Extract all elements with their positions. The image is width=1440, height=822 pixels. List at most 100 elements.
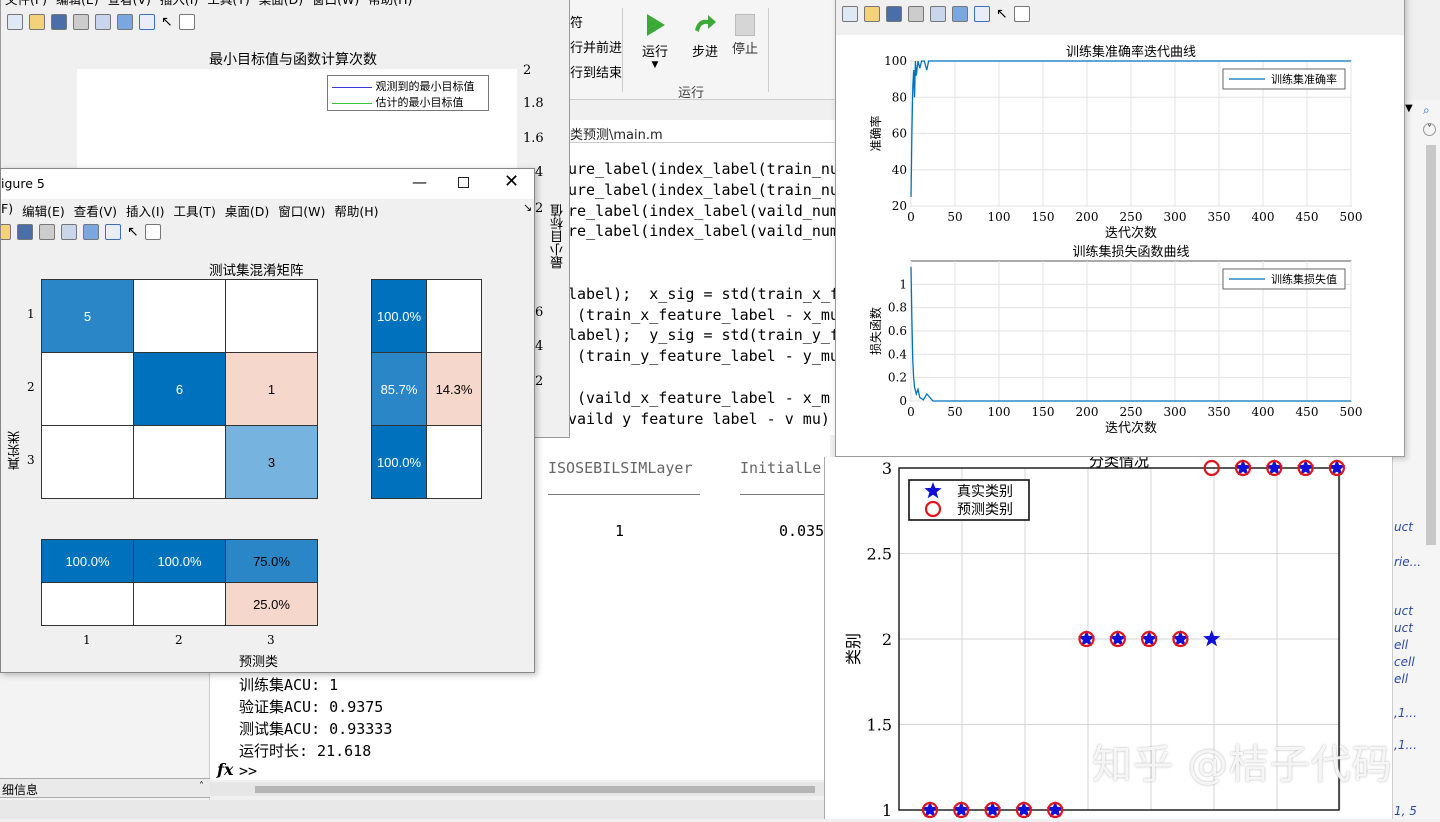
- run-button[interactable]: 运行 ▼: [638, 12, 672, 70]
- link-icon[interactable]: [930, 6, 946, 22]
- menu-item[interactable]: 帮助(H): [368, 0, 412, 8]
- search-icon[interactable]: ⌕: [1423, 103, 1430, 118]
- x-tick-label: 250: [1120, 405, 1143, 419]
- watermark: 知乎 @桔子代码: [1092, 742, 1393, 788]
- toolstrip-item[interactable]: 符: [570, 12, 583, 31]
- toolstrip-item[interactable]: 行到结束: [570, 62, 622, 81]
- y-tick-label: 2.5: [867, 545, 892, 564]
- save-icon[interactable]: [886, 6, 902, 22]
- x-tick-label: 400: [1252, 210, 1275, 224]
- chevron-down-icon[interactable]: ˅: [1423, 123, 1436, 136]
- details-label: 细信息: [2, 783, 39, 797]
- x-tick-label: 500: [1340, 405, 1363, 419]
- menu-item[interactable]: 插入(I): [126, 201, 164, 220]
- legend-icon[interactable]: [105, 224, 121, 240]
- y-tick-label: 80: [892, 90, 907, 104]
- workspace-item[interactable]: ell: [1394, 638, 1408, 652]
- output-line: 测试集ACU: 0.93333: [239, 720, 393, 738]
- title-bar[interactable]: igure 5 — ✕: [1, 169, 534, 199]
- print-icon[interactable]: [39, 224, 55, 240]
- workspace-item[interactable]: uct: [1394, 621, 1413, 635]
- toolstrip-item[interactable]: 行并前进: [570, 37, 622, 56]
- link-icon[interactable]: [95, 14, 111, 30]
- scrollbar-thumb[interactable]: [255, 786, 815, 793]
- legend-label: 估计的最小目标值: [375, 96, 464, 109]
- menu-item[interactable]: 编辑(E): [22, 201, 65, 220]
- workspace-item[interactable]: cell: [1394, 655, 1415, 669]
- open-folder-icon[interactable]: [864, 6, 880, 22]
- separator: [622, 8, 623, 92]
- workspace-item[interactable]: ,1...: [1394, 706, 1417, 720]
- figure-toolbar: ↖: [1, 221, 161, 243]
- new-file-icon[interactable]: [7, 14, 23, 30]
- maximize-icon[interactable]: [458, 177, 469, 188]
- horizontal-scrollbar[interactable]: [210, 782, 830, 796]
- figure-training-curves[interactable]: ↖ 0 50 100 150 200 250 300 350 400 450 500 20 40 60 80…: [835, 0, 1405, 457]
- details-panel-header[interactable]: 细信息 ˄: [0, 778, 210, 798]
- workspace-item[interactable]: 1, 5: [1394, 804, 1417, 818]
- menu-item[interactable]: 查看(V): [108, 0, 151, 8]
- menu-item[interactable]: F): [1, 201, 13, 220]
- print-icon[interactable]: [73, 14, 89, 30]
- menu-bar: F) 编辑(E) 查看(V) 插入(I) 工具(T) 桌面(D) 窗口(W) 帮…: [1, 201, 379, 220]
- step-label: 步进: [691, 45, 718, 60]
- menu-item[interactable]: 窗口(W): [312, 0, 359, 8]
- legend-icon[interactable]: [974, 6, 990, 22]
- menu-item[interactable]: 帮助(H): [334, 201, 378, 220]
- property-icon[interactable]: [178, 14, 195, 30]
- link-icon[interactable]: [61, 224, 77, 240]
- new-file-icon[interactable]: [842, 6, 858, 22]
- open-folder-icon[interactable]: [29, 14, 45, 30]
- matrix-cell: 75.0%: [225, 539, 318, 583]
- menu-item[interactable]: 查看(V): [74, 201, 117, 220]
- property-icon[interactable]: [144, 224, 161, 240]
- stop-button[interactable]: 停止: [728, 12, 762, 57]
- run-label: 运行: [641, 45, 668, 60]
- legend-icon[interactable]: [139, 14, 155, 30]
- menu-item[interactable]: 编辑(E): [56, 0, 99, 8]
- menu-item[interactable]: 桌面(D): [259, 0, 303, 8]
- menu-item[interactable]: 桌面(D): [225, 201, 269, 220]
- menu-item[interactable]: 文件(F): [5, 0, 47, 8]
- divider: [740, 494, 830, 495]
- pointer-icon[interactable]: ↖: [127, 224, 139, 240]
- menu-item[interactable]: 工具(T): [207, 0, 249, 8]
- workspace-item[interactable]: uct: [1394, 520, 1413, 534]
- chevron-up-icon[interactable]: ˄: [199, 781, 204, 792]
- menu-item[interactable]: 插入(I): [160, 0, 198, 8]
- legend: 训练集损失值: [1222, 268, 1346, 290]
- workspace-item[interactable]: ell: [1394, 672, 1408, 686]
- x-tick-label: 0: [907, 210, 915, 224]
- editor-path: 类预测\main.m: [570, 128, 663, 143]
- output-line: 训练集ACU: 1: [239, 676, 339, 694]
- save-icon[interactable]: [51, 14, 67, 30]
- menu-item[interactable]: 工具(T): [174, 201, 216, 220]
- print-icon[interactable]: [908, 6, 924, 22]
- vertical-scrollbar[interactable]: [1426, 145, 1436, 545]
- table-cell: 1: [615, 522, 625, 540]
- step-button[interactable]: 步进: [688, 12, 722, 60]
- matrix-cell: 25.0%: [225, 582, 318, 626]
- pointer-icon[interactable]: ↖: [996, 6, 1008, 22]
- matrix-cell: 85.7%: [371, 352, 427, 426]
- dock-icon[interactable]: ↘: [523, 201, 532, 214]
- workspace-item[interactable]: ,1...: [1394, 738, 1417, 752]
- property-icon[interactable]: [1013, 6, 1030, 22]
- save-icon[interactable]: [17, 224, 33, 240]
- figure-5-window[interactable]: igure 5 — ✕ F) 编辑(E) 查看(V) 插入(I) 工具(T) 桌…: [0, 168, 535, 673]
- chevron-down-icon[interactable]: ▼: [638, 60, 672, 70]
- matrix-cell: [133, 279, 226, 353]
- open-folder-icon[interactable]: [1, 224, 11, 240]
- x-tick-label: 150: [1032, 210, 1055, 224]
- colorbar-icon[interactable]: [83, 224, 99, 240]
- dropdown-icon[interactable]: ▼: [1405, 103, 1413, 114]
- menu-item[interactable]: 窗口(W): [278, 201, 325, 220]
- workspace-item[interactable]: rie...: [1394, 555, 1421, 569]
- pointer-icon[interactable]: ↖: [161, 14, 173, 30]
- command-prompt[interactable]: >>: [239, 762, 257, 780]
- colorbar-icon[interactable]: [117, 14, 133, 30]
- colorbar-icon[interactable]: [952, 6, 968, 22]
- minimize-icon[interactable]: —: [412, 173, 427, 191]
- workspace-item[interactable]: uct: [1394, 604, 1413, 618]
- close-icon[interactable]: ✕: [504, 171, 519, 192]
